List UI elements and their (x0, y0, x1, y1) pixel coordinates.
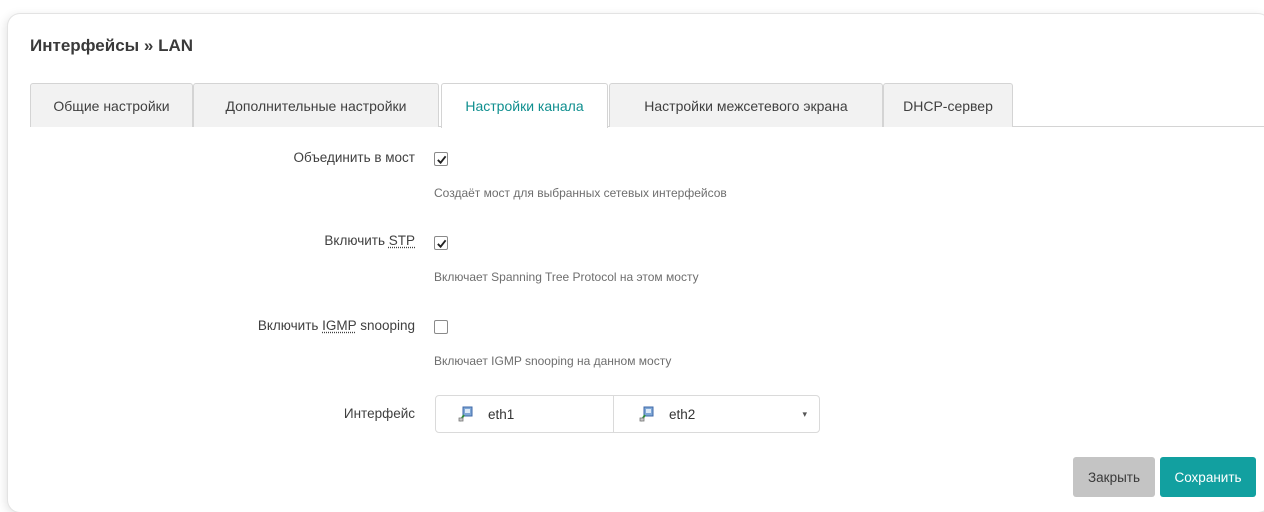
page-title: Интерфейсы » LAN (30, 36, 194, 55)
interface-item-label: eth2 (669, 406, 696, 422)
network-port-icon (639, 406, 654, 422)
interface-item-eth1[interactable]: eth1 (436, 396, 614, 432)
close-button[interactable]: Закрыть (1073, 457, 1155, 497)
igmp-label: Включить IGMP snooping (257, 318, 415, 333)
bridge-help: Создаёт мост для выбранных сетевых интер… (434, 186, 727, 200)
interface-multiselect[interactable]: eth1 eth2 ▾ (435, 395, 820, 433)
interface-item-eth2[interactable]: eth2 ▾ (614, 396, 819, 432)
tab-physical[interactable]: Настройки канала (441, 83, 608, 128)
tab-bar: Общие настройки Дополнительные настройки… (30, 83, 1264, 128)
interface-item-label: eth1 (488, 406, 515, 422)
igmp-abbr: IGMP (322, 318, 357, 333)
chevron-down-icon[interactable]: ▾ (802, 409, 807, 420)
stp-help: Включает Spanning Tree Protocol на этом … (434, 270, 699, 284)
bridge-checkbox[interactable] (434, 152, 448, 166)
interface-label: Интерфейс (343, 406, 415, 421)
bridge-label: Объединить в мост (293, 150, 415, 165)
network-port-icon (458, 406, 473, 422)
stp-checkbox[interactable] (434, 236, 448, 250)
stp-abbr: STP (388, 233, 415, 248)
save-button[interactable]: Сохранить (1160, 457, 1256, 497)
igmp-help: Включает IGMP snooping на данном мосту (434, 354, 672, 368)
tab-general[interactable]: Общие настройки (30, 83, 193, 127)
tab-advanced[interactable]: Дополнительные настройки (193, 83, 439, 127)
tab-firewall[interactable]: Настройки межсетевого экрана (609, 83, 883, 127)
checkmark-icon (436, 155, 446, 164)
igmp-checkbox[interactable] (434, 320, 448, 334)
tab-dhcp[interactable]: DHCP-сервер (883, 83, 1013, 127)
stp-label: Включить STP (324, 233, 415, 248)
checkmark-icon (436, 239, 446, 248)
